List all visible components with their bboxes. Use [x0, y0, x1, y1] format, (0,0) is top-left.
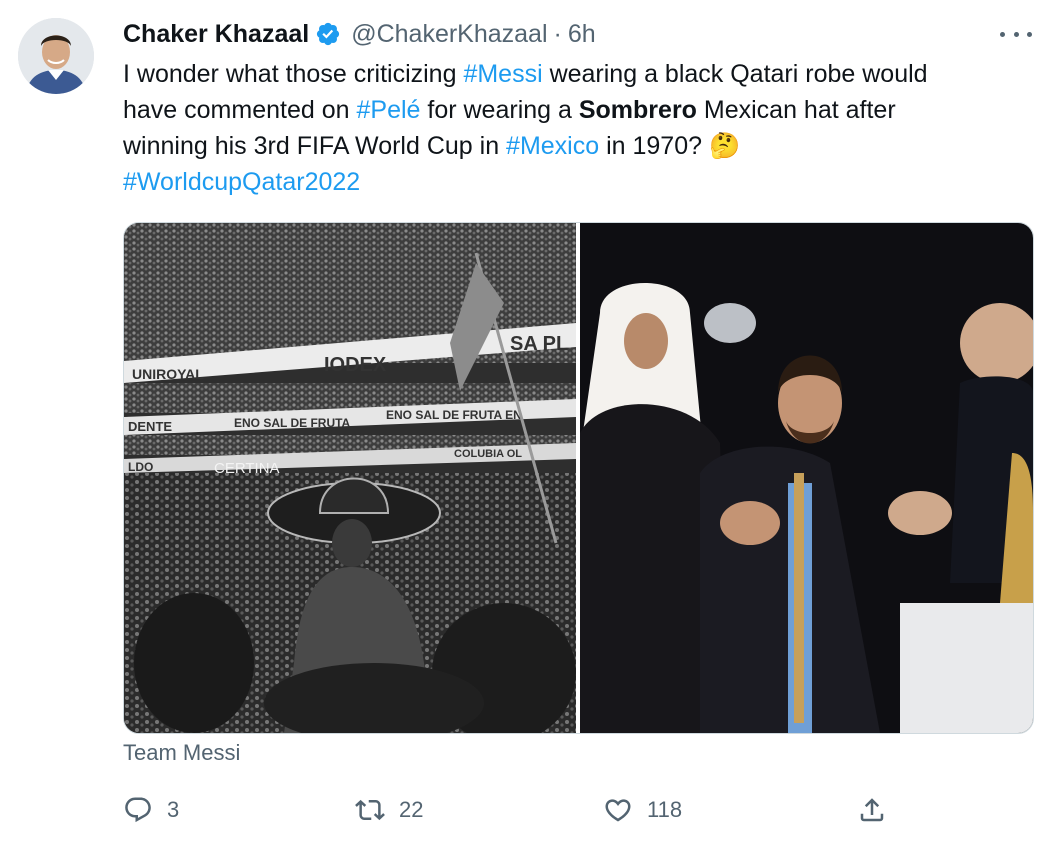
tweet-text-line: #WorldcupQatar2022	[123, 164, 1043, 200]
retweet-icon	[355, 799, 385, 821]
media-photo-messi[interactable]	[570, 223, 1033, 733]
share-button[interactable]	[857, 792, 887, 828]
banner-eno-2: ENO SAL DE FRUTA EN	[386, 408, 522, 422]
banner-ldo: LDO	[128, 460, 153, 474]
verified-badge-icon	[317, 22, 340, 46]
hashtag-mexico[interactable]: #Mexico	[506, 132, 599, 160]
bold-text: Sombrero	[578, 96, 697, 124]
like-button[interactable]: 118	[603, 792, 682, 828]
tweet-header: Chaker Khazaal @ChakerKhazaal · 6h	[123, 16, 596, 52]
banner-dente: DENTE	[128, 419, 172, 434]
reply-button[interactable]: 3	[123, 792, 179, 828]
hashtag-worldcupqatar2022[interactable]: #WorldcupQatar2022	[123, 168, 360, 196]
action-bar: 3 22 118	[123, 792, 903, 828]
retweet-button[interactable]: 22	[355, 792, 423, 828]
tweet-text-line: winning his 3rd FIFA World Cup in #Mexic…	[123, 128, 1043, 164]
media-photo-pele[interactable]: UNIROYAL IODEX SA PL DENTE ENO SAL DE FR…	[124, 223, 576, 733]
banner-iodex: IODEX	[324, 354, 387, 376]
author-name[interactable]: Chaker Khazaal	[123, 20, 309, 49]
like-count: 118	[647, 797, 683, 822]
text-segment: winning his 3rd FIFA World Cup in	[123, 132, 507, 160]
banner-sa-pl: SA PL	[510, 333, 568, 355]
avatar[interactable]	[18, 18, 94, 94]
media-caption[interactable]: Team Messi	[123, 740, 240, 766]
like-icon	[605, 799, 631, 822]
tweet-text-line: I wonder what those criticizing #Messi w…	[123, 56, 1043, 92]
retweet-count: 22	[399, 797, 424, 822]
reply-icon	[125, 797, 151, 823]
reply-count: 3	[167, 797, 180, 822]
tweet[interactable]: Chaker Khazaal @ChakerKhazaal · 6h I won…	[0, 0, 1056, 852]
text-segment: for wearing a	[420, 96, 579, 124]
author-handle[interactable]: @ChakerKhazaal	[351, 20, 547, 49]
separator-dot: ·	[553, 19, 562, 48]
media-grid: UNIROYAL IODEX SA PL DENTE ENO SAL DE FR…	[123, 222, 1034, 734]
text-segment: Mexican hat after	[696, 96, 896, 124]
text-segment: wearing a black Qatari robe would	[542, 60, 928, 88]
text-segment: in 1970? 🤔	[599, 132, 741, 160]
share-icon	[860, 798, 884, 822]
tweet-text-line: have commented on #Pelé for wearing a So…	[123, 92, 1043, 128]
banner-colubia: COLUBIA OL	[454, 448, 522, 460]
hashtag-messi[interactable]: #Messi	[463, 60, 542, 88]
text-segment: I wonder what those criticizing	[123, 60, 464, 88]
banner-eno-1: ENO SAL DE FRUTA	[234, 416, 351, 430]
text-segment: have commented on	[123, 96, 357, 124]
more-icon[interactable]	[1000, 22, 1032, 46]
banner-uniroyal: UNIROYAL	[132, 366, 204, 382]
hashtag-pele[interactable]: #Pelé	[356, 96, 420, 124]
timestamp[interactable]: 6h	[568, 20, 596, 49]
tweet-text: I wonder what those criticizing #Messi w…	[123, 56, 1043, 200]
